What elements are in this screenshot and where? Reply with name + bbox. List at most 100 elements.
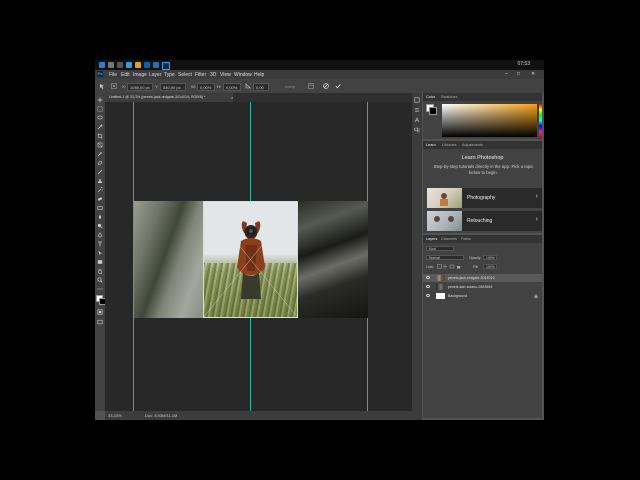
- maximize-button[interactable]: □: [517, 71, 520, 77]
- mail-icon[interactable]: [153, 62, 159, 68]
- y-field[interactable]: 540,00 px: [160, 83, 186, 91]
- zoom-tool-icon[interactable]: [97, 277, 103, 283]
- height-field[interactable]: 0,00%: [223, 83, 241, 91]
- quick-mask-icon[interactable]: [97, 309, 103, 315]
- task-view-icon[interactable]: [117, 62, 123, 68]
- search-icon[interactable]: [108, 62, 114, 68]
- path-selection-tool-icon[interactable]: [97, 250, 103, 256]
- store-icon[interactable]: [144, 62, 150, 68]
- eye-icon[interactable]: [426, 276, 430, 279]
- menu-edit[interactable]: Edit: [121, 72, 130, 78]
- layer-row[interactable]: pexels-karl-solano-2883859: [423, 283, 542, 291]
- zoom-level[interactable]: 33,33%: [108, 413, 122, 418]
- pen-tool-icon[interactable]: [97, 232, 103, 238]
- menu-help[interactable]: Help: [254, 72, 264, 78]
- tab-layers[interactable]: Layers: [426, 237, 437, 241]
- color-panel: Color Swatches: [423, 93, 542, 139]
- move-tool-icon[interactable]: [97, 97, 103, 103]
- layer-row-background[interactable]: Background: [423, 292, 542, 300]
- lasso-tool-icon[interactable]: [97, 115, 103, 121]
- width-field[interactable]: 0,00%: [197, 83, 215, 91]
- transform-bounding-box[interactable]: [203, 201, 298, 318]
- menu-type[interactable]: Type: [164, 72, 175, 78]
- commit-transform-icon[interactable]: [335, 83, 341, 89]
- learn-panel-tabs: Learn Libraries Adjustments: [423, 141, 542, 149]
- eraser-tool-icon[interactable]: [97, 196, 103, 202]
- close-button[interactable]: ✕: [531, 71, 535, 77]
- screen-mode-icon[interactable]: [97, 319, 103, 325]
- paragraph-panel-icon[interactable]: [414, 127, 420, 133]
- layer-filter-kind[interactable]: Kind: [426, 246, 454, 251]
- tab-adjustments[interactable]: Adjustments: [462, 143, 483, 147]
- lock-options-icons[interactable]: [437, 264, 467, 269]
- warp-icon[interactable]: [308, 83, 314, 89]
- reference-point-icon[interactable]: [111, 83, 117, 89]
- learn-card-retouching[interactable]: Retouching ›: [427, 211, 542, 231]
- brush-tool-icon[interactable]: [97, 169, 103, 175]
- eye-icon[interactable]: [426, 294, 430, 297]
- eyedropper-tool-icon[interactable]: [97, 151, 103, 157]
- properties-panel-icon[interactable]: [414, 107, 420, 113]
- hand-tool-icon[interactable]: [97, 268, 103, 274]
- layer-row-selected[interactable]: pexels-jack-redgate-3014019: [423, 274, 542, 282]
- rotate-icon: [245, 83, 251, 89]
- options-bar: X: 1055,00 px Y: 540,00 px W: 0,00% H: 0…: [95, 79, 544, 93]
- hue-slider[interactable]: [539, 104, 542, 137]
- lock-icon: [534, 294, 538, 298]
- eye-icon[interactable]: [426, 285, 430, 288]
- tab-libraries[interactable]: Libraries: [442, 143, 457, 147]
- minimize-button[interactable]: –: [505, 71, 508, 77]
- tab-channels[interactable]: Channels: [441, 237, 457, 241]
- layer-name: Background: [448, 294, 468, 298]
- dodge-tool-icon[interactable]: [97, 223, 103, 229]
- windows-start-icon[interactable]: [99, 62, 105, 68]
- document-tab-close[interactable]: ×: [231, 93, 233, 102]
- layer-thumbnail: [436, 284, 445, 290]
- rectangle-tool-icon[interactable]: [97, 259, 103, 265]
- tab-paths[interactable]: Paths: [461, 237, 471, 241]
- history-brush-tool-icon[interactable]: [97, 187, 103, 193]
- menu-view[interactable]: View: [220, 72, 231, 78]
- menu-3d[interactable]: 3D: [210, 72, 216, 78]
- document-tab[interactable]: Untitled-1 @ 33,3% (pexels-jack-redgate-…: [105, 93, 233, 102]
- retouching-thumbnail: [427, 211, 462, 231]
- learn-card-photography[interactable]: Photography ›: [427, 188, 542, 208]
- healing-brush-tool-icon[interactable]: [97, 160, 103, 166]
- character-panel-icon[interactable]: [414, 117, 420, 123]
- photoshop-taskbar-icon[interactable]: [162, 62, 170, 70]
- file-explorer-icon[interactable]: [135, 62, 141, 68]
- opacity-field[interactable]: 100%: [483, 255, 497, 260]
- fill-field[interactable]: 100%: [483, 264, 497, 269]
- tab-color[interactable]: Color: [426, 95, 435, 99]
- more-tools-icon[interactable]: [97, 286, 103, 292]
- tab-learn[interactable]: Learn: [426, 143, 436, 147]
- edge-browser-icon[interactable]: [126, 62, 132, 68]
- document-canvas[interactable]: [105, 102, 412, 411]
- menu-filter[interactable]: Filter: [195, 72, 206, 78]
- tab-swatches[interactable]: Swatches: [441, 95, 457, 99]
- gradient-tool-icon[interactable]: [97, 205, 103, 211]
- menu-image[interactable]: Image: [133, 72, 147, 78]
- history-panel-icon[interactable]: [414, 97, 420, 103]
- clone-stamp-tool-icon[interactable]: [97, 178, 103, 184]
- frame-tool-icon[interactable]: [97, 142, 103, 148]
- cancel-transform-icon[interactable]: [323, 83, 329, 89]
- crop-tool-icon[interactable]: [97, 133, 103, 139]
- menu-layer[interactable]: Layer: [149, 72, 162, 78]
- background-swatch[interactable]: [429, 107, 437, 115]
- layer-name: pexels-karl-solano-2883859: [448, 285, 493, 289]
- fill-label: Fill:: [473, 265, 479, 269]
- quick-selection-tool-icon[interactable]: [97, 124, 103, 130]
- menu-window[interactable]: Window: [234, 72, 252, 78]
- type-tool-icon[interactable]: [97, 241, 103, 247]
- blend-mode-select[interactable]: Normal: [426, 255, 464, 260]
- document-size[interactable]: Doc: 5,93M/11,1M: [145, 413, 177, 418]
- angle-field[interactable]: 0,00: [253, 83, 269, 91]
- menu-file[interactable]: File: [109, 72, 117, 78]
- document-tab-bar: Untitled-1 @ 33,3% (pexels-jack-redgate-…: [105, 93, 412, 102]
- marquee-tool-icon[interactable]: [97, 106, 103, 112]
- blur-tool-icon[interactable]: [97, 214, 103, 220]
- color-picker-field[interactable]: [442, 104, 537, 137]
- menu-select[interactable]: Select: [178, 72, 192, 78]
- x-field[interactable]: 1055,00 px: [127, 83, 153, 91]
